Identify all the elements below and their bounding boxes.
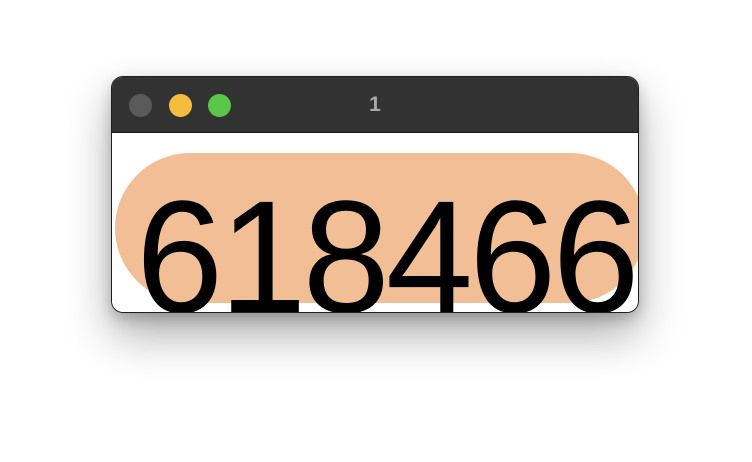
title-bar[interactable]: 1 bbox=[112, 77, 638, 133]
window-title: 1 bbox=[369, 93, 381, 116]
window-content: 618466 bbox=[112, 133, 638, 313]
app-window: 1 618466 bbox=[111, 76, 639, 313]
code-number: 618466 bbox=[136, 167, 638, 313]
